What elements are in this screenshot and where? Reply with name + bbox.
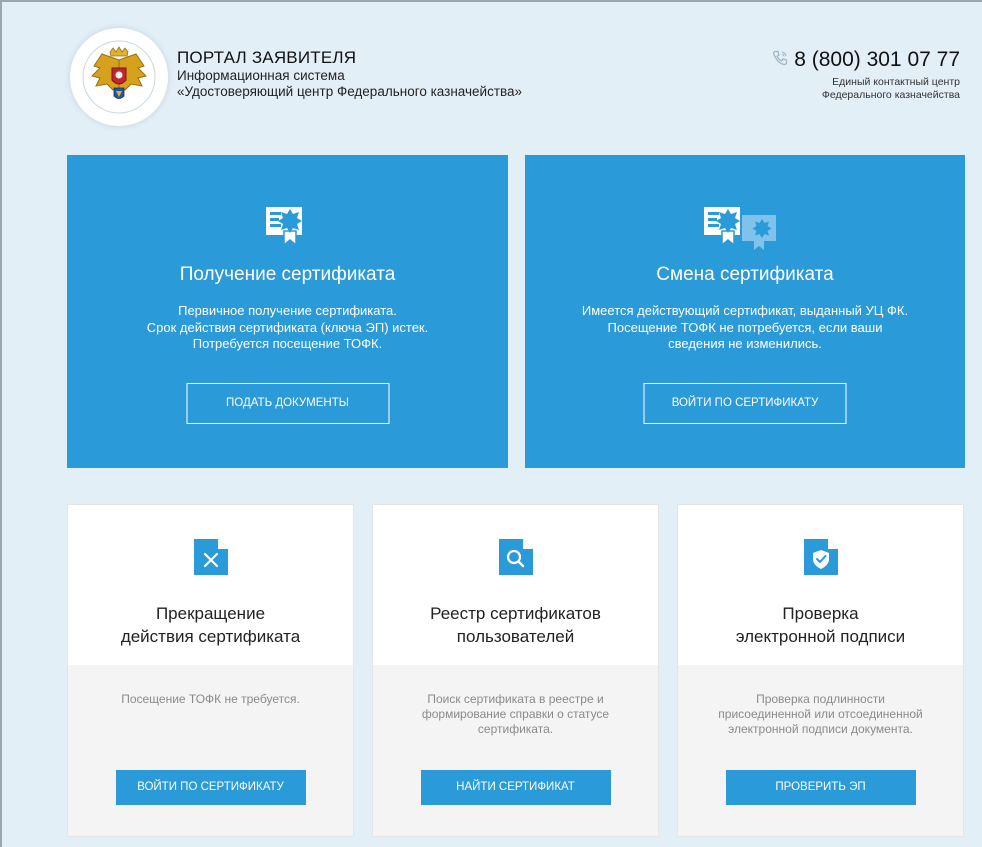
document-search-icon [498, 539, 533, 580]
desc-line: электронной подписи документа. [728, 722, 913, 736]
title-line: электронной подписи [735, 627, 906, 646]
title-line: Реестр сертификатов [430, 604, 601, 623]
desc-line: Посещение ТОФК не потребуется, если ваши [607, 319, 883, 335]
certificate-icon [265, 203, 311, 252]
card-title: Проверка электронной подписи [678, 602, 963, 648]
desc-line: сведения не изменились. [668, 336, 822, 351]
card-get-certificate: Получение сертификата Первичное получени… [67, 155, 508, 468]
card-certificate-registry: Реестр сертификатов пользователей Поиск … [372, 504, 659, 837]
card-title: Прекращение действия сертификата [68, 602, 353, 648]
phone-icon [772, 48, 788, 72]
card-description: Поиск сертификата в реестре и формирован… [393, 692, 638, 737]
card-revoke-certificate: Прекращение действия сертификата Посещен… [67, 504, 354, 837]
desc-line: присоединенной или отсоединенной [718, 707, 923, 721]
contact-center-line2: Федерального казначейства [821, 89, 960, 102]
certificate-change-icon [702, 203, 788, 258]
phone-row: 8 (800) 301 07 77 [772, 48, 960, 72]
card-title: Получение сертификата [179, 264, 396, 285]
card-change-certificate: Смена сертификата Имеется действующий се… [525, 155, 965, 468]
desc-line: Первичное получение сертификата. [178, 303, 397, 318]
title-line: Проверка [782, 604, 859, 623]
desc-line: Имеется действующий сертификат, выданный… [581, 303, 909, 318]
document-revoke-icon [193, 539, 228, 580]
desc-line: Поиск сертификата в реестре и [427, 692, 604, 706]
coat-of-arms-icon [82, 40, 156, 114]
desc-line: Посещение ТОФК не требуется. [121, 692, 300, 706]
card-description: Первичное получение сертификата. Срок де… [85, 303, 490, 353]
desc-line: Срок действия сертификата (ключа ЭП) ист… [146, 319, 429, 335]
desc-line: Проверка подлинности [756, 692, 885, 706]
desc-line: Потребуется посещение ТОФК. [192, 336, 383, 351]
card-title: Смена сертификата [656, 264, 834, 285]
contact-block: 8 (800) 301 07 77 Единый контактный цент… [772, 48, 960, 102]
title-line: пользователей [456, 627, 575, 646]
title-line: Прекращение [155, 604, 266, 623]
title-line: действия сертификата [120, 627, 301, 646]
portal-subtitle-line2: «Удостоверяющий центр Федерального казна… [177, 84, 523, 99]
portal-title: ПОРТАЛ ЗАЯВИТЕЛЯ [177, 48, 357, 67]
login-by-certificate-button[interactable]: ВОЙТИ ПО СЕРТИФИКАТУ [115, 770, 306, 805]
document-verified-icon [803, 539, 838, 580]
desc-line: формирование справки о статусе [421, 707, 610, 721]
submit-documents-button[interactable]: ПОДАТЬ ДОКУМЕНТЫ [186, 383, 389, 424]
card-description: Имеется действующий сертификат, выданный… [543, 303, 947, 353]
card-description: Посещение ТОФК не требуется. [88, 692, 333, 707]
card-title: Реестр сертификатов пользователей [373, 602, 658, 648]
login-by-certificate-button[interactable]: ВОЙТИ ПО СЕРТИФИКАТУ [643, 383, 847, 424]
header: ПОРТАЛ ЗАЯВИТЕЛЯ Информационная система … [0, 0, 982, 150]
verify-signature-button[interactable]: ПРОВЕРИТЬ ЭП [725, 770, 916, 805]
brand-block: ПОРТАЛ ЗАЯВИТЕЛЯ Информационная система … [177, 48, 522, 100]
contact-center-line1: Единый контактный центр [832, 76, 960, 89]
portal-subtitle-line1: Информационная система [177, 68, 345, 83]
find-certificate-button[interactable]: НАЙТИ СЕРТИФИКАТ [420, 770, 611, 805]
card-verify-signature: Проверка электронной подписи Проверка по… [677, 504, 964, 837]
desc-line: сертификата. [477, 722, 554, 736]
logo[interactable] [70, 28, 168, 126]
phone-number: 8 (800) 301 07 77 [794, 48, 960, 71]
card-description: Проверка подлинности присоединенной или … [698, 692, 943, 737]
